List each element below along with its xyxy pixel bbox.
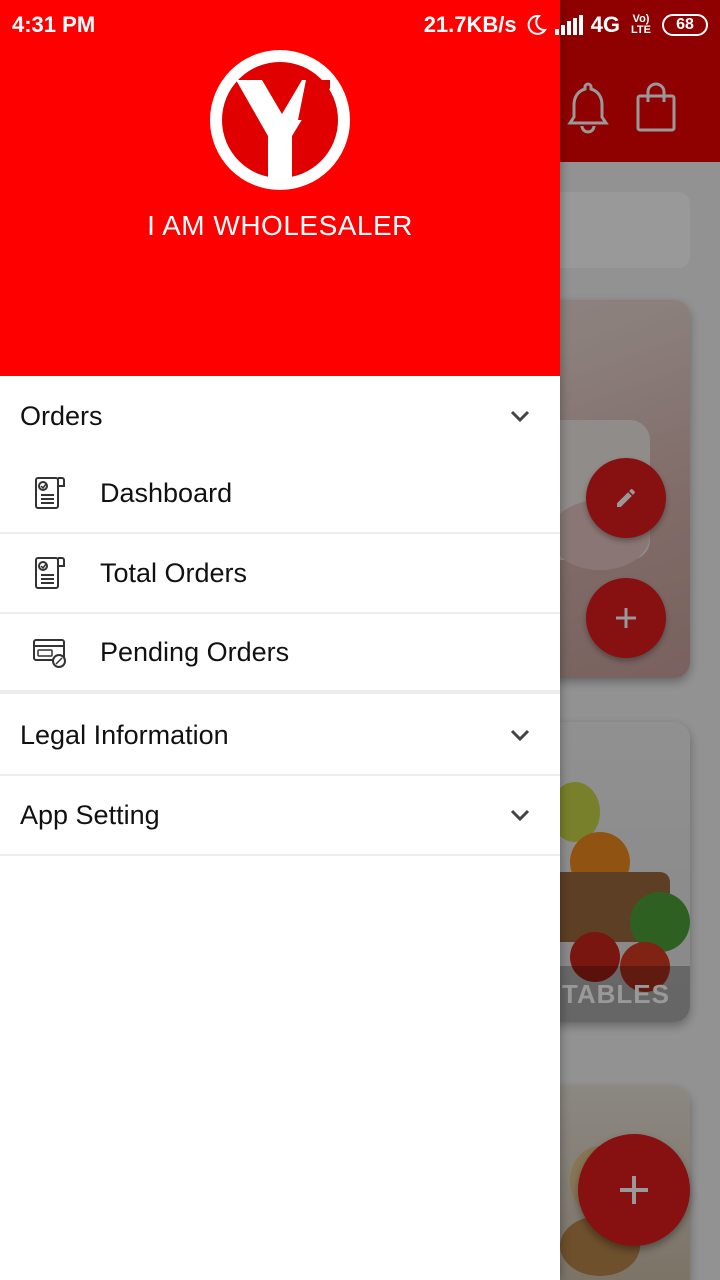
section-label: Orders <box>20 400 103 431</box>
volte-icon: Vo) LTE <box>631 13 651 36</box>
network-speed: 21.7KB/s <box>423 12 517 37</box>
section-orders[interactable]: Orders <box>0 376 560 456</box>
signal-icon <box>554 15 583 35</box>
brand-name: I AM WHOLESALER <box>147 210 413 241</box>
menu-item-dashboard[interactable]: Dashboard <box>0 454 560 534</box>
drawer-header: I AM WHOLESALER <box>0 0 560 376</box>
status-time: 4:31 PM <box>12 12 96 37</box>
navigation-drawer: I AM WHOLESALER Orders Dashboard Total O… <box>0 0 560 1280</box>
y-logo-icon <box>210 50 350 190</box>
card-discount-icon <box>33 639 66 668</box>
section-legal-information[interactable]: Legal Information <box>0 696 560 776</box>
chevron-down-icon[interactable] <box>508 803 532 827</box>
receipt-icon <box>35 557 65 589</box>
network-type: 4G <box>590 12 620 37</box>
section-app-setting[interactable]: App Setting <box>0 776 560 856</box>
chevron-down-icon[interactable] <box>508 404 532 428</box>
menu-item-total-orders[interactable]: Total Orders <box>0 534 560 614</box>
moon-icon <box>527 14 547 35</box>
status-bar: 4:31 PM 21.7KB/s 4G Vo) LTE 68 <box>0 0 720 50</box>
chevron-down-icon[interactable] <box>508 723 532 747</box>
section-label: Legal Information <box>20 719 229 750</box>
menu-item-label: Pending Orders <box>100 636 290 667</box>
battery-icon: 68 <box>662 14 708 36</box>
menu-item-pending-orders[interactable]: Pending Orders <box>0 614 560 694</box>
menu-item-label: Total Orders <box>100 557 248 588</box>
section-label: App Setting <box>20 799 160 830</box>
menu-item-label: Dashboard <box>100 477 233 508</box>
status-indicators: 21.7KB/s 4G Vo) LTE 68 <box>424 12 708 38</box>
receipt-icon <box>35 477 65 509</box>
